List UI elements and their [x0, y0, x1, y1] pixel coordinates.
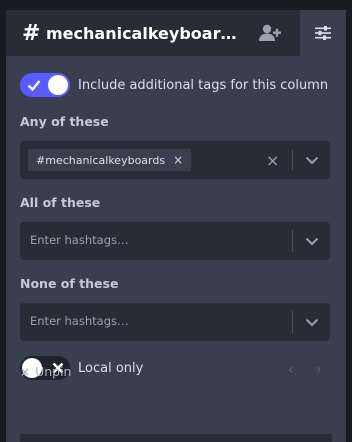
any-of-label: Any of these — [20, 114, 109, 129]
clear-icon[interactable]: × — [266, 151, 279, 170]
tag-chip: #mechanicalkeyboards × — [28, 149, 192, 171]
select-divider — [292, 149, 293, 171]
all-of-label: All of these — [20, 195, 101, 210]
move-right-button[interactable]: › — [316, 362, 322, 378]
column-header: # mechanicalkeyboard or m… — [6, 10, 346, 56]
check-icon — [27, 80, 41, 92]
unpin-button[interactable]: × Unpin — [20, 364, 71, 379]
chevron-down-icon[interactable] — [304, 315, 320, 329]
unpin-label: Unpin — [35, 364, 72, 379]
local-only-label: Local only — [78, 361, 144, 376]
toggle-knob — [48, 75, 68, 95]
all-of-placeholder: Enter hashtags… — [30, 233, 129, 247]
select-divider — [292, 311, 293, 333]
hashtag-icon: # — [22, 21, 41, 46]
chevron-down-icon[interactable] — [304, 234, 320, 248]
include-tags-label: Include additional tags for this column — [78, 78, 329, 93]
any-of-select[interactable]: #mechanicalkeyboards × × — [20, 141, 330, 179]
tag-chip-text: #mechanicalkeyboards — [36, 153, 166, 167]
add-user-icon — [259, 24, 281, 41]
hashtag-column: # mechanicalkeyboard or m… — [6, 10, 346, 442]
remove-tag-icon[interactable]: × — [173, 153, 183, 167]
none-of-placeholder: Enter hashtags… — [30, 314, 129, 328]
column-title[interactable]: mechanicalkeyboard or m… — [46, 24, 246, 43]
chevron-down-icon[interactable] — [304, 153, 320, 167]
none-of-select[interactable]: Enter hashtags… — [20, 303, 330, 341]
all-of-select[interactable]: Enter hashtags… — [20, 222, 330, 260]
column-body-edge — [20, 434, 332, 442]
settings-panel: Include additional tags for this column … — [6, 56, 346, 442]
move-left-button[interactable]: ‹ — [288, 362, 294, 378]
select-divider — [292, 230, 293, 252]
close-icon: × — [20, 364, 31, 379]
include-tags-toggle[interactable] — [20, 73, 70, 97]
none-of-label: None of these — [20, 276, 119, 291]
sliders-icon — [315, 26, 331, 40]
column-settings-button[interactable] — [300, 10, 346, 56]
follow-hashtag-button[interactable] — [258, 23, 282, 43]
